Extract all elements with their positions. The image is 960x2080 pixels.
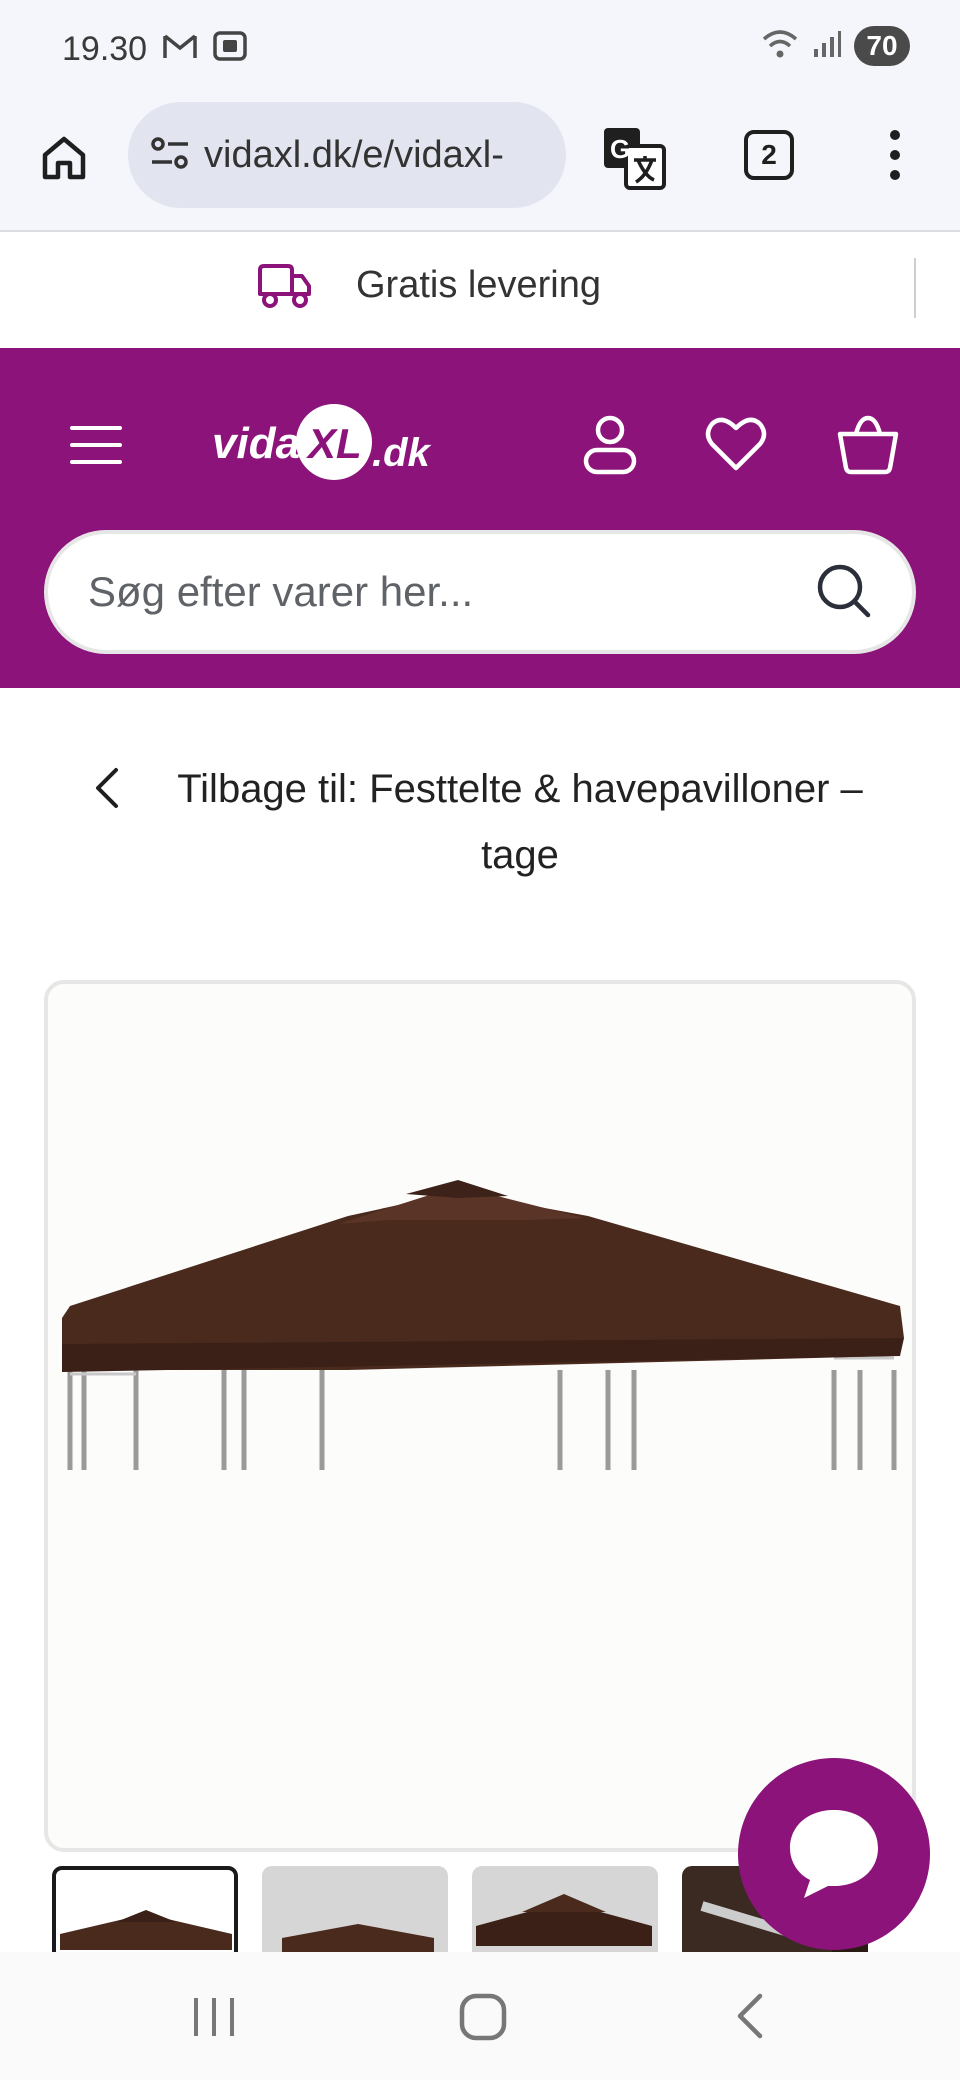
home-icon[interactable] [34, 128, 94, 188]
thumbnail-1[interactable] [52, 1866, 238, 1952]
site-header: vida XL .dk Søg efter varer her... [0, 348, 960, 688]
system-nav-bar [0, 1952, 960, 2080]
back-to-category-link[interactable]: Tilbage til: Festtelte & havepavilloner … [80, 756, 900, 888]
thumbnail-3[interactable] [472, 1866, 658, 1952]
address-bar[interactable]: vidaxl.dk/e/vidaxl- [128, 102, 566, 208]
delivery-truck-icon [256, 260, 312, 315]
chat-bubble-icon [782, 1800, 886, 1909]
wishlist-heart-icon[interactable] [704, 412, 768, 476]
wifi-icon [760, 27, 800, 66]
search-icon[interactable] [814, 561, 872, 624]
home-button-icon[interactable] [456, 1986, 512, 2051]
product-image-gallery[interactable] [44, 980, 916, 1852]
status-time: 19.30 [62, 30, 148, 68]
search-input[interactable]: Søg efter varer her... [44, 530, 916, 654]
back-icon[interactable] [730, 1986, 770, 2051]
translate-icon[interactable]: G [602, 126, 666, 190]
thumbnail-2[interactable] [262, 1866, 448, 1952]
svg-text:G: G [610, 134, 630, 164]
promo-bar: Gratis levering [0, 234, 960, 348]
cart-basket-icon[interactable] [836, 412, 900, 476]
url-text: vidaxl.dk/e/vidaxl- [204, 133, 504, 176]
vidaxl-logo[interactable]: vida XL .dk [210, 398, 450, 488]
gmail-icon [162, 30, 198, 67]
status-bar: 19.30 70 [0, 0, 960, 100]
chevron-left-icon [92, 766, 122, 815]
account-icon[interactable] [578, 412, 642, 476]
battery-icon: 70 [854, 26, 910, 66]
promo-text: Gratis levering [356, 264, 601, 306]
svg-text:.dk: .dk [372, 431, 432, 475]
promo-divider [914, 258, 916, 318]
site-settings-icon[interactable] [150, 135, 190, 176]
hamburger-menu-icon[interactable] [70, 426, 122, 464]
recent-apps-icon[interactable] [190, 1986, 240, 2051]
back-link-text: Tilbage til: Festtelte & havepavilloner … [177, 767, 863, 877]
gazebo-roof-image [62, 1180, 904, 1470]
signal-icon [812, 29, 842, 64]
browser-toolbar: vidaxl.dk/e/vidaxl- G 2 [0, 100, 960, 232]
overflow-menu-icon[interactable] [880, 130, 910, 180]
svg-text:vida: vida [212, 419, 300, 468]
screenshot-icon [212, 30, 248, 67]
svg-text:XL: XL [306, 420, 362, 467]
search-placeholder: Søg efter varer her... [88, 568, 474, 615]
tab-switcher-button[interactable]: 2 [744, 130, 794, 180]
chat-support-button[interactable] [738, 1758, 930, 1950]
